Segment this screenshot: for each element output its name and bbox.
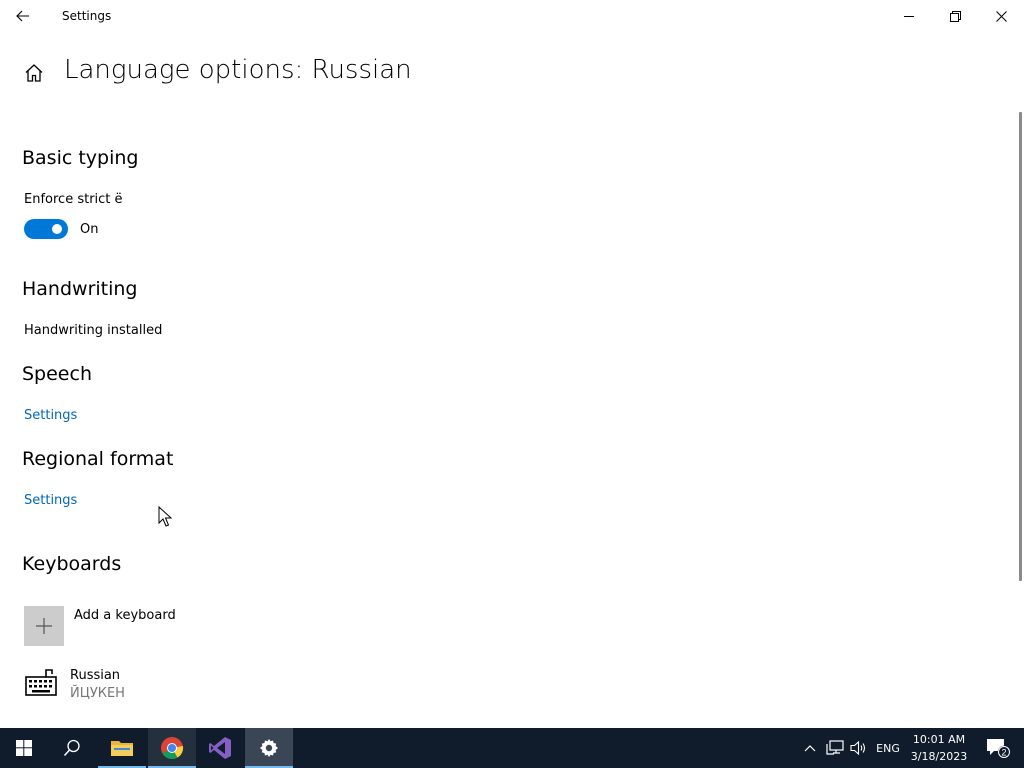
action-center-button[interactable]: 2 <box>978 728 1018 768</box>
home-icon <box>25 64 43 82</box>
scrollbar[interactable] <box>1019 112 1022 581</box>
file-explorer-button[interactable] <box>98 728 146 768</box>
regional-format-settings-link[interactable]: Settings <box>24 493 77 508</box>
close-icon <box>995 10 1007 22</box>
clock[interactable]: 10:01 AM 3/18/2023 <box>906 731 972 765</box>
basic-typing-heading: Basic typing <box>22 147 139 169</box>
gear-icon <box>260 739 278 757</box>
network-button[interactable] <box>824 728 846 768</box>
show-hidden-icons-button[interactable] <box>800 728 820 768</box>
chevron-up-icon <box>804 745 816 752</box>
speech-settings-link[interactable]: Settings <box>24 408 77 423</box>
taskbar: ENG 10:01 AM 3/18/2023 2 <box>0 728 1024 768</box>
back-button[interactable] <box>0 0 46 32</box>
search-button[interactable] <box>48 728 96 768</box>
regional-format-heading: Regional format <box>22 448 174 470</box>
windows-logo-icon <box>16 740 32 756</box>
clock-time: 10:01 AM <box>912 733 966 746</box>
minimize-icon <box>903 15 914 17</box>
keyboard-item-russian[interactable]: Russian ЙЦУКЕН <box>24 664 284 708</box>
network-icon <box>826 740 844 755</box>
keyboard-layout: ЙЦУКЕН <box>70 686 125 701</box>
volume-icon <box>850 740 866 756</box>
back-arrow-icon <box>16 10 29 22</box>
toggle-state-label: On <box>80 222 99 237</box>
title-bar: Settings <box>0 0 1024 32</box>
input-language-indicator[interactable]: ENG <box>874 728 902 768</box>
page-title: Language options: Russian <box>64 55 412 85</box>
restore-icon <box>949 10 961 22</box>
plus-icon <box>36 618 52 634</box>
handwriting-heading: Handwriting <box>22 278 138 300</box>
close-button[interactable] <box>978 0 1024 32</box>
keyboard-name: Russian <box>70 668 121 683</box>
enforce-strict-toggle[interactable] <box>24 219 68 239</box>
keyboards-heading: Keyboards <box>22 553 122 575</box>
enforce-strict-label: Enforce strict ё <box>24 192 123 207</box>
notification-count: 2 <box>1001 748 1006 758</box>
search-icon <box>63 739 80 757</box>
start-button[interactable] <box>0 728 48 768</box>
add-keyboard-button[interactable] <box>24 606 64 646</box>
notification-icon: 2 <box>987 739 1010 759</box>
visual-studio-button[interactable] <box>196 728 244 768</box>
chrome-icon <box>161 737 184 759</box>
add-keyboard-label[interactable]: Add a keyboard <box>74 608 176 623</box>
settings-app-button[interactable] <box>245 728 293 768</box>
restore-button[interactable] <box>932 0 978 32</box>
visual-studio-icon <box>209 737 231 759</box>
home-button[interactable] <box>22 61 46 85</box>
speech-heading: Speech <box>22 363 92 385</box>
toggle-knob <box>52 224 62 234</box>
keyboard-icon <box>25 669 57 696</box>
window-title: Settings <box>62 9 112 23</box>
handwriting-status: Handwriting installed <box>24 323 163 338</box>
folder-icon <box>111 741 133 756</box>
clock-date: 3/18/2023 <box>910 750 968 763</box>
chrome-button[interactable] <box>148 728 196 768</box>
volume-button[interactable] <box>848 728 870 768</box>
mouse-cursor-icon <box>158 506 173 527</box>
minimize-button[interactable] <box>886 0 932 32</box>
